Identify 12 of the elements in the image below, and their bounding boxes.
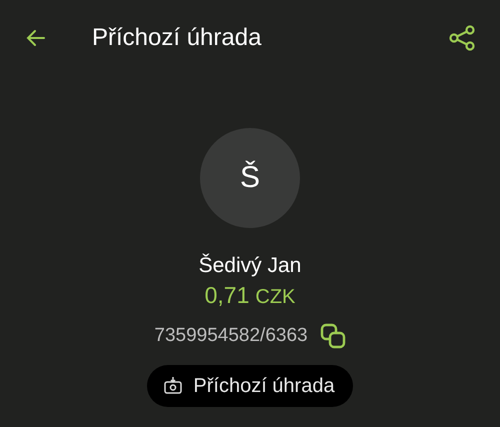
- avatar-initial: Š: [240, 161, 260, 195]
- page-title: Příchozí úhrada: [92, 24, 262, 52]
- account-number: 7359954582/6363: [154, 325, 308, 347]
- payment-type-label: Příchozí úhrada: [193, 374, 335, 398]
- counterparty-name: Šedivý Jan: [198, 254, 302, 278]
- share-button[interactable]: [448, 24, 476, 52]
- copy-button[interactable]: [320, 323, 346, 349]
- amount: 0,71: [204, 282, 250, 309]
- currency: CZK: [255, 286, 296, 309]
- copy-icon: [320, 323, 346, 349]
- share-icon: [448, 24, 476, 52]
- money-icon: [163, 376, 184, 396]
